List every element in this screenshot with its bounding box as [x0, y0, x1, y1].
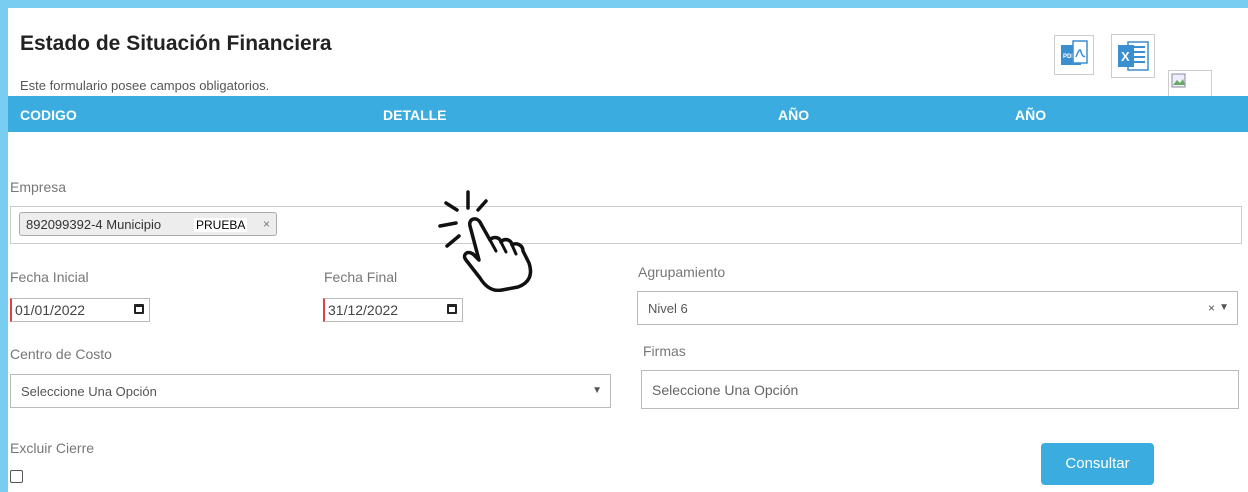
firmas-select[interactable]: Seleccione Una Opción	[641, 370, 1239, 409]
empresa-chip-overlay: PRUEBA	[194, 218, 248, 232]
required-fields-note: Este formulario posee campos obligatorio…	[20, 78, 270, 93]
fecha-inicial-label: Fecha Inicial	[10, 269, 89, 285]
report-form-page: Estado de Situación Financiera Este form…	[8, 8, 1248, 492]
centro-costo-select[interactable]: Seleccione Una Opción ▼	[10, 374, 611, 408]
excluir-cierre-checkbox[interactable]	[10, 470, 23, 483]
agrupamiento-value: Nivel 6	[648, 301, 688, 316]
clear-icon[interactable]: ×	[1208, 301, 1215, 315]
calendar-icon[interactable]	[134, 304, 144, 314]
pdf-icon: PDF	[1061, 40, 1088, 65]
excel-icon: X	[1118, 41, 1149, 71]
svg-text:X: X	[1121, 49, 1130, 64]
dropdown-arrow-icon[interactable]: ▼	[592, 385, 602, 396]
agrupamiento-label: Agrupamiento	[638, 264, 726, 280]
centro-costo-placeholder: Seleccione Una Opción	[21, 384, 157, 399]
chip-remove-icon[interactable]: ×	[263, 217, 270, 231]
firmas-label: Firmas	[643, 343, 686, 359]
column-header-ano-1: AÑO	[778, 107, 810, 123]
page-title: Estado de Situación Financiera	[20, 32, 332, 55]
empresa-selected-chip[interactable]: 892099392-4 Municipio PRUEBA ×	[19, 212, 277, 236]
fecha-inicial-input[interactable]: 01/01/2022	[10, 298, 150, 322]
empresa-chip-text: 892099392-4 Municipio	[26, 217, 162, 232]
dropdown-arrow-icon[interactable]: ▼	[1219, 302, 1229, 313]
pointer-hand-click-icon	[438, 190, 533, 292]
agrupamiento-select[interactable]: Nivel 6 × ▼	[637, 291, 1238, 325]
empresa-multiselect[interactable]: 892099392-4 Municipio PRUEBA ×	[10, 206, 1242, 244]
calendar-icon[interactable]	[447, 304, 457, 314]
report-table-header: CODIGO DETALLE AÑO AÑO	[8, 96, 1248, 132]
firmas-placeholder: Seleccione Una Opción	[652, 382, 799, 398]
centro-costo-label: Centro de Costo	[10, 346, 112, 362]
empresa-label: Empresa	[10, 179, 67, 195]
fecha-final-input[interactable]: 31/12/2022	[323, 298, 463, 322]
column-header-detalle: DETALLE	[383, 107, 447, 123]
fecha-final-label: Fecha Final	[324, 269, 398, 285]
export-pdf-button[interactable]: PDF	[1054, 35, 1094, 75]
excluir-cierre-label: Excluir Cierre	[10, 440, 95, 456]
export-excel-button[interactable]: X	[1111, 34, 1155, 78]
fecha-final-value: 31/12/2022	[328, 302, 399, 318]
fecha-inicial-value: 01/01/2022	[15, 302, 86, 318]
column-header-ano-2: AÑO	[1015, 107, 1047, 123]
column-header-codigo: CODIGO	[20, 107, 77, 123]
consultar-button[interactable]: Consultar	[1041, 443, 1154, 485]
